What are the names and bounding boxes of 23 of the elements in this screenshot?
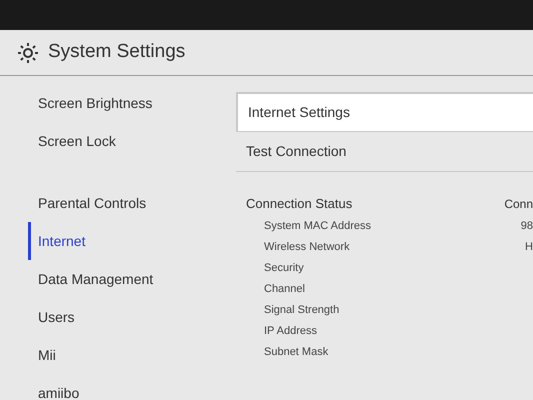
status-label: Security	[264, 261, 304, 276]
sidebar-item[interactable]: Screen Brightness	[28, 84, 152, 122]
menu-option[interactable]: Test Connection	[236, 132, 533, 172]
sidebar-item[interactable]: Users	[28, 298, 75, 336]
page-title: System Settings	[48, 40, 186, 64]
sidebar-item[interactable]: Mii	[28, 336, 56, 374]
status-value: 98	[520, 219, 533, 234]
status-value: H	[525, 240, 533, 256]
status-label: Channel	[264, 282, 305, 298]
settings-icon	[16, 40, 40, 64]
sidebar-item[interactable]: Internet	[28, 222, 86, 260]
menu-option[interactable]: Internet Settings	[236, 92, 533, 132]
status-label: Signal Strength	[264, 303, 340, 318]
sidebar-item[interactable]: Data Management	[28, 260, 154, 298]
column-heading: Conn	[504, 196, 533, 213]
sidebar-item[interactable]: Parental Controls	[28, 184, 146, 222]
sidebar-item[interactable]: amiibo	[28, 374, 80, 400]
status-label: System MAC Address	[264, 219, 371, 234]
status-label: Subnet Mask	[264, 345, 328, 360]
section-heading: Connection Status	[246, 195, 352, 214]
status-label: IP Address	[264, 324, 317, 340]
sidebar-item[interactable]: Screen Lock	[28, 122, 116, 160]
status-label: Wireless Network	[264, 240, 350, 256]
